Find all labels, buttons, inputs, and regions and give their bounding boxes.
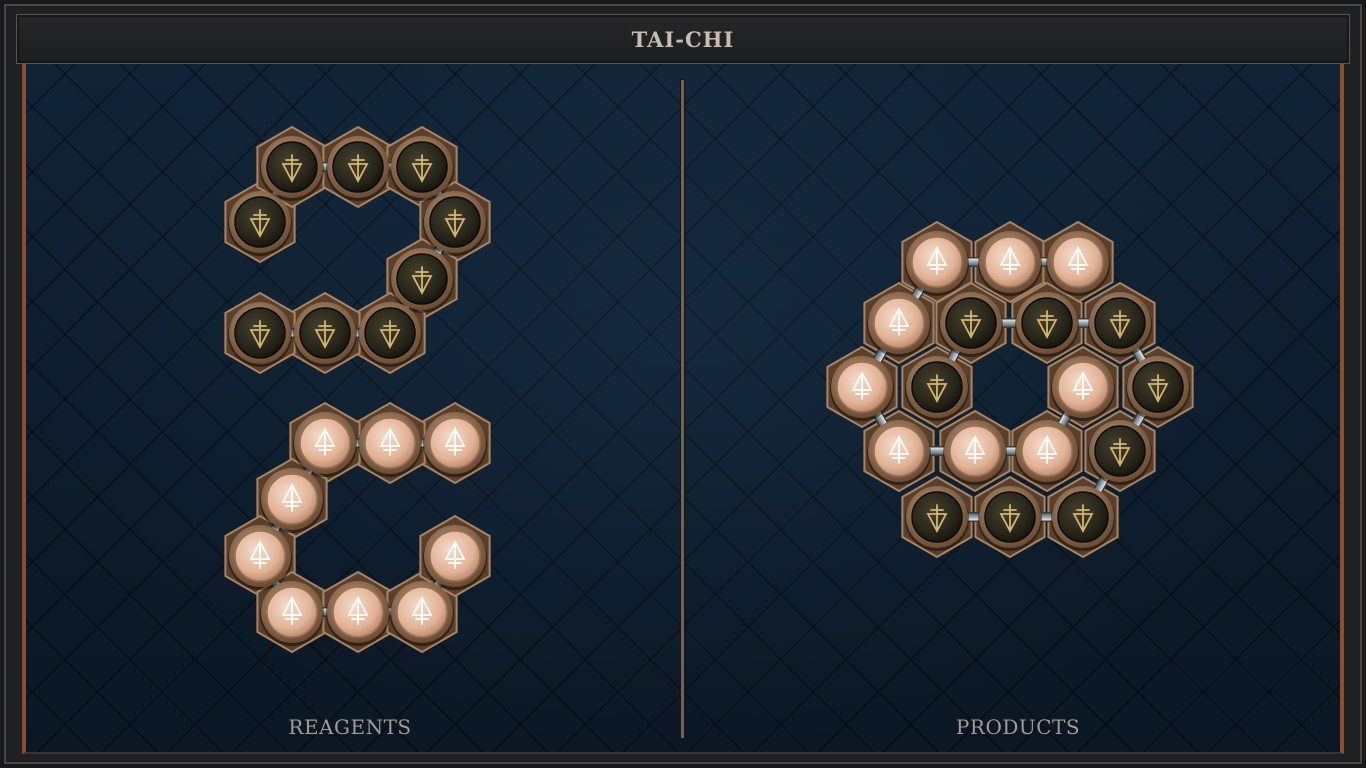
dark-atom-p5[interactable] (1088, 420, 1152, 485)
dark-atom-p7[interactable] (978, 486, 1042, 551)
dark-atom-reagent-dark-chain-0[interactable] (228, 191, 292, 256)
dark-atom-reagent-dark-chain-3[interactable] (390, 136, 454, 201)
dark-atom-p3[interactable] (1126, 356, 1190, 421)
light-atom-reagent-light-chain-4[interactable] (228, 525, 292, 590)
light-atom-p1[interactable] (978, 231, 1042, 296)
light-atom-p8[interactable] (1051, 356, 1115, 421)
light-atom-p5[interactable] (867, 420, 931, 485)
dark-atom-p6[interactable] (905, 486, 969, 551)
light-atom-reagent-light-chain-6[interactable] (326, 581, 390, 646)
products-label: PRODUCTS (955, 715, 1081, 739)
light-atom-reagent-light-chain-8[interactable] (423, 525, 487, 590)
light-atom-reagent-light-chain-2[interactable] (293, 412, 357, 477)
dark-atom-reagent-dark-chain-8[interactable] (228, 302, 292, 367)
dark-atom-reagent-dark-chain-2[interactable] (326, 136, 390, 201)
light-atom-reagent-light-chain-1[interactable] (358, 412, 422, 477)
light-atom-reagent-light-chain-0[interactable] (423, 412, 487, 477)
light-atom-p0[interactable] (905, 231, 969, 296)
dark-atom-p8[interactable] (1051, 486, 1115, 551)
dark-atom-reagent-dark-chain-7[interactable] (293, 302, 357, 367)
light-atom-reagent-light-chain-7[interactable] (390, 581, 454, 646)
reagents-label: REAGENTS (288, 715, 412, 739)
dark-atom-p1[interactable] (1015, 292, 1079, 357)
light-atom-p3[interactable] (867, 292, 931, 357)
dark-atom-reagent-dark-chain-5[interactable] (390, 248, 454, 313)
light-atom-reagent-light-chain-3[interactable] (260, 468, 324, 533)
dark-atom-reagent-dark-chain-1[interactable] (260, 136, 324, 201)
dark-atom-p2[interactable] (1088, 292, 1152, 357)
light-atom-p2[interactable] (1046, 231, 1110, 296)
atom-layer (228, 136, 1190, 646)
dark-atom-p0[interactable] (939, 292, 1003, 357)
panel-divider (681, 80, 684, 738)
light-atom-p7[interactable] (1015, 420, 1079, 485)
tile-layer (224, 125, 1194, 654)
dark-atom-reagent-dark-chain-4[interactable] (423, 191, 487, 256)
dark-atom-p4[interactable] (905, 356, 969, 421)
light-atom-p4[interactable] (830, 356, 894, 421)
light-atom-p6[interactable] (943, 420, 1007, 485)
dark-atom-reagent-dark-chain-6[interactable] (358, 302, 422, 367)
bond-layer (256, 162, 1162, 617)
light-atom-reagent-light-chain-5[interactable] (260, 581, 324, 646)
